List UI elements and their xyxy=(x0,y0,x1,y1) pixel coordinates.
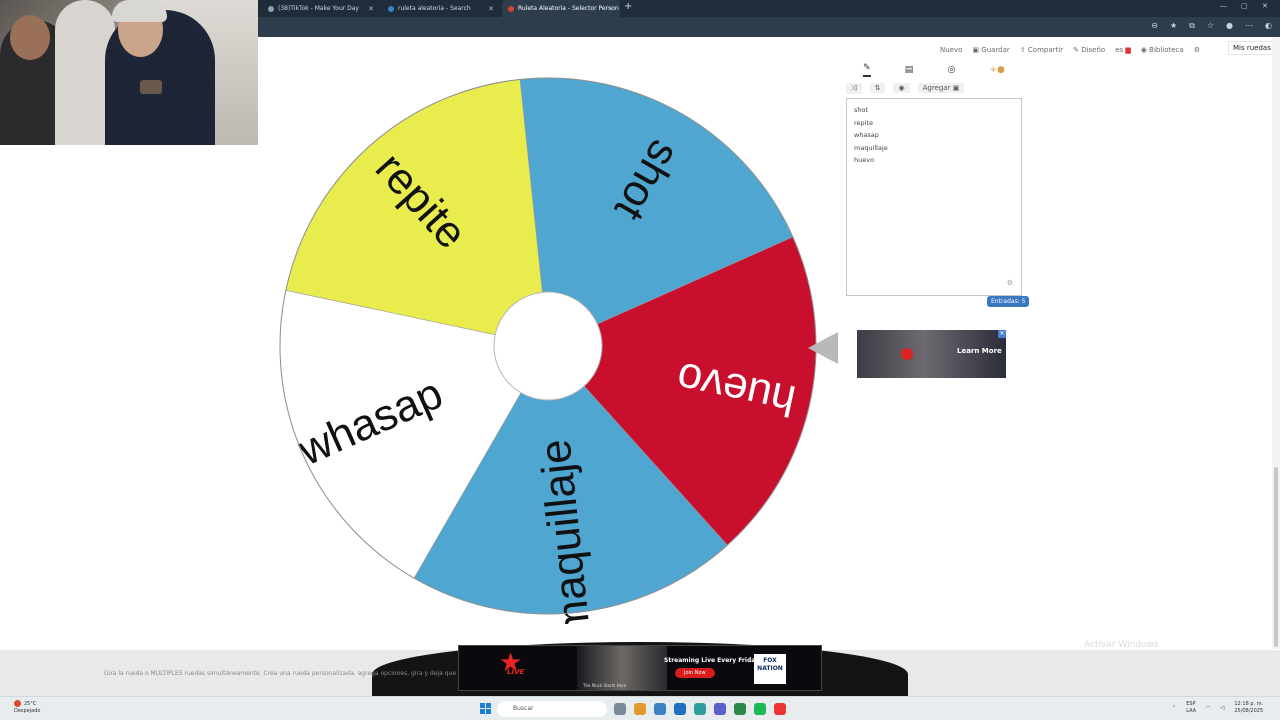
gear-icon[interactable]: ⚙ xyxy=(1007,279,1013,287)
save-button[interactable]: ▣ Guardar xyxy=(972,46,1009,54)
hide-tab-icon[interactable]: ◎ xyxy=(947,65,955,75)
my-wheels-button[interactable]: Mis ruedas xyxy=(1228,41,1276,55)
image-icon[interactable]: ◉ xyxy=(893,83,910,93)
ad-logo-icon xyxy=(901,348,913,360)
entries-count-badge: Entradas: 5 xyxy=(987,296,1030,307)
outlook-icon[interactable] xyxy=(674,703,686,715)
search-icon xyxy=(388,5,394,12)
tab-tiktok[interactable]: (38)TikTok - Make Your Day ✕ xyxy=(262,0,380,17)
banner-brand: LIVE xyxy=(507,668,525,676)
join-now-button[interactable]: Join Now xyxy=(675,668,715,678)
spain-flag-icon: ▆ xyxy=(1125,46,1131,54)
tray-chevron-icon[interactable]: ⌃ xyxy=(1172,705,1176,711)
profile-icon[interactable]: ● xyxy=(1226,21,1233,31)
wheel-svg[interactable]: shothuevomaquillajewhasaprepite xyxy=(270,68,826,639)
system-tray: ⌃ ESP LAA ◠ ◁ 12:18 p. m. 25/08/2025 xyxy=(1172,701,1263,715)
favorites-icon[interactable]: ☆ xyxy=(1207,21,1214,31)
entries-textarea[interactable]: shot repite whasap maquillaje huevo ⚙ xyxy=(846,98,1022,296)
zoom-icon[interactable]: ⊖ xyxy=(1151,21,1158,31)
share-button[interactable]: ⇪ Compartir xyxy=(1020,46,1063,54)
copilot-icon[interactable]: ◐ xyxy=(1265,21,1272,31)
edit-tab-icon[interactable]: ✎ xyxy=(863,63,871,77)
close-icon[interactable]: ✕ xyxy=(608,5,614,13)
shuffle-icon[interactable]: ⤨ xyxy=(846,82,862,94)
teams-icon[interactable] xyxy=(714,703,726,715)
list-item: maquillaje xyxy=(854,143,888,152)
star-icon[interactable]: ★ xyxy=(1170,21,1177,31)
windows-taskbar: 25°C Despejado Buscar ⌃ ESP LAA ◠ ◁ 12:18… xyxy=(0,696,1280,720)
xbox-icon[interactable] xyxy=(734,703,746,715)
taskbar-search-input[interactable]: Buscar xyxy=(497,701,607,717)
tab-ruleta[interactable]: Ruleta Aleatoria - Selector Person ✕ xyxy=(502,0,620,17)
extensions-icon[interactable]: ⧉ xyxy=(1189,21,1195,31)
spotify-icon[interactable] xyxy=(754,703,766,715)
design-button[interactable]: ✎ Diseño xyxy=(1073,46,1105,54)
wheel-icon xyxy=(508,5,514,12)
tab-label: ruleta aleatoria - Search xyxy=(398,5,471,12)
tiktok-icon xyxy=(268,5,274,12)
library-button[interactable]: ◉ Biblioteca xyxy=(1141,46,1184,54)
windows-start-icon[interactable] xyxy=(480,703,491,714)
minimize-icon[interactable]: — xyxy=(1220,2,1227,10)
tab-search[interactable]: ruleta aleatoria - Search ✕ xyxy=(382,0,500,17)
language-button[interactable]: es ▆ xyxy=(1115,46,1131,54)
tab-label: Ruleta Aleatoria - Selector Person xyxy=(518,5,619,12)
speaker-icon[interactable]: ◁ xyxy=(1220,705,1224,711)
page-scrollbar[interactable] xyxy=(1272,37,1280,649)
store-icon[interactable] xyxy=(654,703,666,715)
list-item: shot xyxy=(854,106,869,114)
close-icon[interactable]: ✕ xyxy=(488,5,494,13)
webcam-overlay xyxy=(0,0,258,145)
site-nav: Nuevo ▣ Guardar ⇪ Compartir ✎ Diseño es … xyxy=(940,44,1200,56)
list-item: repite xyxy=(854,118,874,127)
banner-headline: Streaming Live Every Friday xyxy=(664,657,760,664)
close-window-icon[interactable]: ✕ xyxy=(1262,2,1268,10)
color-tab-icon[interactable]: +● xyxy=(989,65,1004,75)
side-ad[interactable]: Learn More ✕ xyxy=(857,330,1006,378)
add-button[interactable]: Agregar ▣ xyxy=(917,83,965,93)
globe-icon: ◉ xyxy=(1140,46,1147,54)
save-icon: ▣ xyxy=(972,46,980,54)
fox-nation-logo: FOX NATION xyxy=(754,654,786,684)
wheel-center-button[interactable] xyxy=(493,291,603,401)
weather-widget[interactable]: 25°C Despejado xyxy=(14,700,40,715)
list-item: huevo xyxy=(854,156,875,164)
chrome-icon[interactable] xyxy=(774,703,786,715)
entries-panel: ✎ ▤ ◎ +● ⤨ ⇅ ◉ Agregar ▣ shot repite wha… xyxy=(846,60,1022,296)
taskbar-clock[interactable]: 12:18 p. m. 25/08/2025 xyxy=(1234,701,1263,715)
close-icon[interactable]: ✕ xyxy=(368,5,374,13)
sort-icon[interactable]: ⇅ xyxy=(869,83,886,93)
results-tab-icon[interactable]: ▤ xyxy=(905,65,914,75)
spin-wheel[interactable]: shot huevo maquillaje whasap repite xyxy=(270,68,826,639)
close-ad-icon[interactable]: ✕ xyxy=(998,330,1006,338)
edge-icon[interactable] xyxy=(694,703,706,715)
settings-icon[interactable]: ⚙ xyxy=(1194,46,1200,54)
list-item: whasap xyxy=(854,131,879,139)
share-icon: ⇪ xyxy=(1019,46,1026,54)
weather-icon xyxy=(14,700,21,707)
new-tab-button[interactable]: + xyxy=(624,1,632,12)
wheel-pointer-icon xyxy=(808,332,838,364)
learn-more-button[interactable]: Learn More xyxy=(957,347,1002,355)
banner-tagline: The Muck Starts Here xyxy=(583,683,627,688)
pencil-icon: ✎ xyxy=(1073,46,1079,54)
maximize-icon[interactable]: ▢ xyxy=(1241,2,1248,10)
file-explorer-icon[interactable] xyxy=(634,703,646,715)
new-button[interactable]: Nuevo xyxy=(940,46,962,54)
bottom-banner-ad[interactable]: ★ LIVE The Muck Starts Here Streaming Li… xyxy=(458,645,822,691)
taskview-icon[interactable] xyxy=(614,703,626,715)
language-indicator[interactable]: ESP LAA xyxy=(1186,701,1196,715)
more-icon[interactable]: ⋯ xyxy=(1245,21,1253,31)
tab-label: (38)TikTok - Make Your Day xyxy=(278,5,359,12)
activate-windows-watermark: Activar Windows xyxy=(1084,640,1159,650)
wifi-icon[interactable]: ◠ xyxy=(1206,705,1210,711)
